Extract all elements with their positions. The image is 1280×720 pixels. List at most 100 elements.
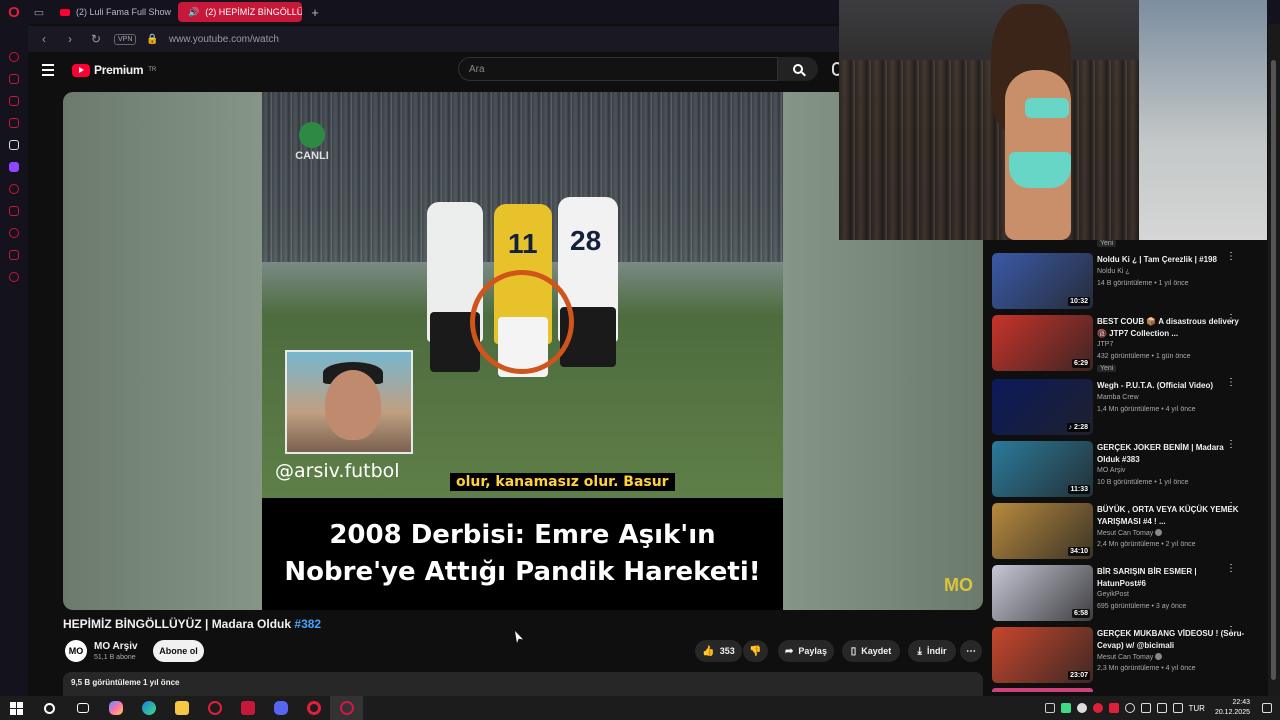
recommendation-channel[interactable]: GeyikPost <box>1097 591 1129 598</box>
tab-island-icon[interactable]: ▭ <box>28 0 50 24</box>
language-indicator[interactable]: TUR <box>1189 704 1205 713</box>
recommendation-item[interactable]: 11:33 GERÇEK JOKER BENİM | Madara Olduk #… <box>992 440 1262 499</box>
picture-in-picture-video[interactable] <box>839 0 1267 240</box>
keyboard-icon[interactable] <box>1044 703 1055 713</box>
recommendation-thumbnail[interactable]: 23:07 <box>992 627 1093 683</box>
more-options-icon[interactable]: ⋮ <box>1226 626 1236 636</box>
recommendation-thumbnail[interactable]: 10:32 <box>992 253 1093 309</box>
copilot-icon[interactable] <box>99 696 132 720</box>
tray-app-icon[interactable] <box>1076 703 1087 713</box>
file-explorer-icon[interactable] <box>165 696 198 720</box>
recommendation-item[interactable]: 10:32 Noldu Ki ¿ | Tam Çerezlik | #198 Nol… <box>992 252 1262 311</box>
recommendation-item[interactable]: ♪ 2:28 Wegh - P.U.T.A. (Official Video) Ma… <box>992 378 1262 437</box>
clock-icon[interactable] <box>9 228 19 238</box>
description-box[interactable]: 9,5 B görüntüleme 1 yıl önce <box>63 672 983 696</box>
recommendation-title[interactable]: BÜYÜK , ORTA VEYA KÜÇÜK YEMEK YARIŞMASI … <box>1097 504 1247 528</box>
search-button[interactable] <box>778 57 818 81</box>
aria-icon[interactable] <box>9 140 19 150</box>
recommendation-title[interactable]: GERÇEK JOKER BENİM | Madara Olduk #383 <box>1097 442 1247 466</box>
pinboard-icon[interactable] <box>9 250 19 260</box>
new-tab-button[interactable]: + <box>306 5 324 20</box>
twitch-icon[interactable] <box>9 162 19 172</box>
settings-icon[interactable] <box>9 272 19 282</box>
vpn-badge[interactable]: VPN <box>114 33 137 45</box>
more-options-icon[interactable]: ⋮ <box>1226 564 1236 574</box>
url-field[interactable]: www.youtube.com/watch <box>169 34 279 45</box>
more-actions-button[interactable]: ⋯ <box>960 640 982 662</box>
recommendation-channel[interactable]: Mesut Can Tomay <box>1097 529 1163 537</box>
recommendation-channel[interactable]: Noldu Ki ¿ <box>1097 268 1130 275</box>
bookmark-icon[interactable] <box>9 206 19 216</box>
download-button[interactable]: ⤓ İndir <box>908 640 956 662</box>
edge-icon[interactable] <box>132 696 165 720</box>
recommendation-channel[interactable]: JTP7 <box>1097 341 1113 348</box>
recommendation-thumbnail[interactable]: 6:58 <box>992 565 1093 621</box>
mic-icon[interactable] <box>1140 703 1151 713</box>
search-icon[interactable] <box>33 696 66 720</box>
menu-icon[interactable] <box>28 52 68 88</box>
channel-watermark[interactable]: MO <box>944 575 973 596</box>
opera-gx-icon[interactable] <box>330 696 363 720</box>
channel-avatar[interactable]: MO <box>65 640 87 662</box>
instagram-icon[interactable] <box>9 118 19 128</box>
more-options-icon[interactable]: ⋮ <box>1226 252 1236 262</box>
subscribe-button[interactable]: Abone ol <box>153 640 204 662</box>
volume-icon[interactable] <box>1172 703 1183 713</box>
video-editor-icon[interactable] <box>231 696 264 720</box>
tray-app-icon[interactable] <box>1060 703 1071 713</box>
recommendation-item[interactable]: 23:07 GERÇEK MUKBANG VİDEOSU ! (Soru-Ceva… <box>992 626 1262 685</box>
bag-icon[interactable] <box>9 74 19 84</box>
tray-app-icon[interactable] <box>1124 703 1135 713</box>
partial-thumbnail[interactable] <box>992 688 1093 692</box>
save-button[interactable]: ▯ Kaydet <box>842 640 900 662</box>
opera-logo-icon[interactable]: O <box>0 0 28 24</box>
notifications-icon[interactable] <box>1262 703 1272 713</box>
video-frame[interactable]: CANLI 11 28 @arsiv.futbol olur, kanaması… <box>262 92 783 610</box>
tray-app-icon[interactable] <box>1092 703 1103 713</box>
share-button[interactable]: ➦ Paylaş <box>778 640 834 662</box>
recommendation-title[interactable]: BİR SARIŞIN BİR ESMER | HatunPost#6 <box>1097 566 1247 590</box>
search-input[interactable]: Ara <box>458 57 778 81</box>
more-options-icon[interactable]: ⋮ <box>1226 502 1236 512</box>
recommendation-thumbnail[interactable]: 6:29 <box>992 315 1093 371</box>
discord-icon[interactable] <box>264 696 297 720</box>
more-options-icon[interactable]: ⋮ <box>1226 314 1236 324</box>
recommendation-channel[interactable]: Mamba Crew <box>1097 394 1139 401</box>
messenger-icon[interactable] <box>9 96 19 106</box>
tab-hepimiz-bingolluyuz[interactable]: 🔊 (2) HEPİMİZ BİNGÖLLÜYÜZ <box>178 2 302 22</box>
recommendation-title[interactable]: Noldu Ki ¿ | Tam Çerezlik | #198 <box>1097 254 1247 266</box>
task-view-icon[interactable] <box>66 696 99 720</box>
dislike-button[interactable]: 👎 <box>743 640 768 662</box>
recommendation-thumbnail[interactable]: 34:10 <box>992 503 1093 559</box>
channel-name[interactable]: MO Arşiv <box>94 641 138 652</box>
youtube-logo[interactable]: Premium TR <box>72 63 156 77</box>
recommendation-item[interactable]: 6:58 BİR SARIŞIN BİR ESMER | HatunPost#6 G… <box>992 564 1262 623</box>
app-icon[interactable] <box>198 696 231 720</box>
recommendation-item[interactable]: 6:29 BEST COUB 📦 A disastrous delivery 🔞 … <box>992 314 1262 373</box>
reload-icon[interactable]: ↻ <box>88 32 104 46</box>
windows-start-icon[interactable] <box>0 696 33 720</box>
more-options-icon[interactable]: ⋮ <box>1226 440 1236 450</box>
network-icon[interactable] <box>1156 703 1167 713</box>
recommendation-title[interactable]: BEST COUB 📦 A disastrous delivery 🔞 JTP7… <box>1097 316 1247 340</box>
opera-icon[interactable] <box>297 696 330 720</box>
recommendation-channel[interactable]: MO Arşiv <box>1097 467 1125 474</box>
hashtag-link[interactable]: #382 <box>294 617 321 631</box>
lock-icon[interactable]: 🔒 <box>146 34 158 45</box>
tray-app-icon[interactable] <box>1108 703 1119 713</box>
back-icon[interactable]: ‹ <box>36 32 52 46</box>
clock[interactable]: 22:43 20.12.2025 <box>1215 698 1250 718</box>
speaker-icon[interactable]: 🔊 <box>188 7 199 18</box>
forward-icon[interactable]: › <box>62 32 78 46</box>
recommendation-thumbnail[interactable]: ♪ 2:28 <box>992 379 1093 435</box>
recommendation-title[interactable]: GERÇEK MUKBANG VİDEOSU ! (Soru-Cevap) w/… <box>1097 628 1247 652</box>
recommendation-channel[interactable]: Mesut Can Tomay <box>1097 653 1163 661</box>
player-icon[interactable] <box>9 184 19 194</box>
history-icon[interactable] <box>9 52 19 62</box>
more-options-icon[interactable]: ⋮ <box>1226 378 1236 388</box>
tab-luli-fama[interactable]: (2) Luli Fama Full Show in <box>50 2 174 22</box>
recommendation-thumbnail[interactable]: 11:33 <box>992 441 1093 497</box>
recommendation-title[interactable]: Wegh - P.U.T.A. (Official Video) <box>1097 380 1247 392</box>
like-button[interactable]: 👍 353 <box>695 640 742 662</box>
recommendation-item[interactable]: 34:10 BÜYÜK , ORTA VEYA KÜÇÜK YEMEK YARIŞ… <box>992 502 1262 561</box>
